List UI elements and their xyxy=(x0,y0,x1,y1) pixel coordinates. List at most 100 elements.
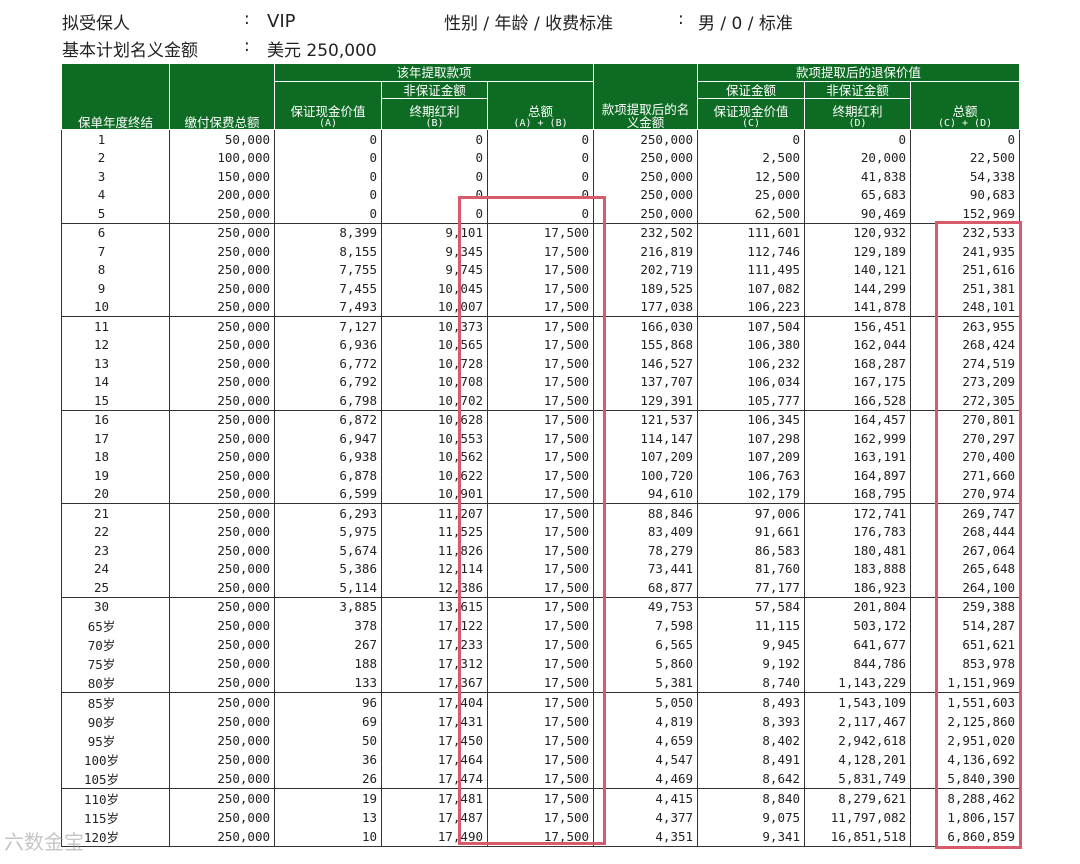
table-cell: 9,075 xyxy=(697,808,806,827)
table-cell: 15 xyxy=(61,391,170,410)
table-cell: 0 xyxy=(486,167,595,186)
table-cell: 12,114 xyxy=(381,559,488,578)
table-cell: 250,000 xyxy=(593,148,699,167)
table-cell: 107,504 xyxy=(697,316,806,336)
table-cell: 270,297 xyxy=(910,429,1021,448)
table-cell: 7 xyxy=(61,242,170,261)
table-cell: 17,500 xyxy=(486,578,595,597)
table-row: 24 250,000 5,386 12,114 17,500 73,441 81,760 18… xyxy=(61,559,1021,578)
table-cell: 11,115 xyxy=(697,616,806,635)
table-cell: 17 xyxy=(61,429,170,448)
header-terminal-bonus-2-sub: (D) xyxy=(848,118,867,129)
header-blank-2 xyxy=(486,81,595,99)
table-cell: 155,868 xyxy=(593,335,699,354)
illustration-table-wrapper: 保单年度终结 缴付保费总额 该年提取款项 款项提取后的名义金额 款项提取后的退保… xyxy=(61,63,1021,847)
table-cell: 1,806,157 xyxy=(910,808,1021,827)
table-cell: 2 xyxy=(61,148,170,167)
table-cell: 250,000 xyxy=(169,372,275,391)
table-cell: 3,885 xyxy=(274,596,382,616)
table-cell: 88,846 xyxy=(593,503,699,523)
table-cell: 189,525 xyxy=(593,279,699,298)
table-cell: 6,947 xyxy=(274,429,382,448)
table-cell: 8,740 xyxy=(697,673,806,693)
table-cell: 6,293 xyxy=(274,503,382,523)
table-cell: 250,000 xyxy=(169,692,275,712)
table-cell: 200,000 xyxy=(169,185,275,204)
table-row: 3 150,000 0 0 0 250,000 12,500 41,838 54,338 xyxy=(61,167,1021,186)
table-row: 21 250,000 6,293 11,207 17,500 88,846 97,006 17… xyxy=(61,503,1021,523)
table-cell: 17,500 xyxy=(486,559,595,578)
table-cell: 0 xyxy=(486,204,595,223)
table-cell: 112,746 xyxy=(697,242,806,261)
table-header: 保单年度终结 缴付保费总额 该年提取款项 款项提取后的名义金额 款项提取后的退保… xyxy=(61,63,1021,130)
table-cell: 17,500 xyxy=(486,279,595,298)
table-cell: 17,500 xyxy=(486,409,595,429)
table-cell: 129,391 xyxy=(593,391,699,410)
table-cell: 8,279,621 xyxy=(804,788,912,808)
table-cell: 273,209 xyxy=(910,372,1021,391)
table-cell: 168,287 xyxy=(804,354,912,373)
table-row: 9 250,000 7,455 10,045 17,500 189,525 107,082 1… xyxy=(61,279,1021,298)
table-cell: 105岁 xyxy=(61,769,170,789)
table-row: 16 250,000 6,872 10,628 17,500 121,537 106,345… xyxy=(61,409,1021,429)
header-guaranteed-cash-1-text: 保证现金价值 xyxy=(290,104,366,119)
table-cell: 250,000 xyxy=(169,335,275,354)
table-cell: 10 xyxy=(61,297,170,317)
header-non-guaranteed-2: 非保证金额 xyxy=(804,81,912,99)
table-cell: 188 xyxy=(274,654,382,673)
table-cell: 8,840 xyxy=(697,788,806,808)
table-row: 11 250,000 7,127 10,373 17,500 166,030 107,504… xyxy=(61,316,1021,336)
table-cell: 164,897 xyxy=(804,466,912,485)
table-cell: 10,728 xyxy=(381,354,488,373)
table-cell: 232,502 xyxy=(593,222,699,242)
table-cell: 651,621 xyxy=(910,635,1021,654)
table-cell: 90,683 xyxy=(910,185,1021,204)
table-cell: 17,500 xyxy=(486,503,595,523)
table-cell: 9,345 xyxy=(381,242,488,261)
table-cell: 250,000 xyxy=(169,788,275,808)
insured-colon: : xyxy=(244,9,250,29)
table-cell: 2,117,467 xyxy=(804,712,912,731)
table-row: 100岁 250,000 36 17,464 17,500 4,547 8,491 4,128… xyxy=(61,750,1021,769)
table-cell: 2,951,020 xyxy=(910,731,1021,750)
table-cell: 6,860,859 xyxy=(910,827,1021,847)
header-notional-after: 款项提取后的名义金额 xyxy=(593,63,699,130)
table-cell: 9 xyxy=(61,279,170,298)
table-cell: 274,519 xyxy=(910,354,1021,373)
table-row: 1 50,000 0 0 0 250,000 0 0 0 xyxy=(61,129,1021,149)
table-cell: 8,393 xyxy=(697,712,806,731)
table-cell: 503,172 xyxy=(804,616,912,635)
table-cell: 13 xyxy=(274,808,382,827)
table-cell: 6,872 xyxy=(274,409,382,429)
table-cell: 17,500 xyxy=(486,616,595,635)
table-cell: 250,000 xyxy=(169,391,275,410)
table-cell: 4,659 xyxy=(593,731,699,750)
table-cell: 9,341 xyxy=(697,827,806,847)
table-cell: 68,877 xyxy=(593,578,699,597)
table-cell: 8,642 xyxy=(697,769,806,789)
table-cell: 137,707 xyxy=(593,372,699,391)
table-cell: 97,006 xyxy=(697,503,806,523)
table-cell: 6,936 xyxy=(274,335,382,354)
table-cell: 100,000 xyxy=(169,148,275,167)
table-cell: 96 xyxy=(274,692,382,712)
table-cell: 9,101 xyxy=(381,222,488,242)
table-cell: 17,450 xyxy=(381,731,488,750)
table-cell: 268,444 xyxy=(910,522,1021,541)
table-row: 17 250,000 6,947 10,553 17,500 114,147 107,298… xyxy=(61,429,1021,448)
header-notional-after-text: 款项提取后的名义金额 xyxy=(601,102,690,130)
table-cell: 17,500 xyxy=(486,354,595,373)
table-cell: 4,136,692 xyxy=(910,750,1021,769)
table-cell: 11,525 xyxy=(381,522,488,541)
table-cell: 17,500 xyxy=(486,541,595,560)
table-row: 13 250,000 6,772 10,728 17,500 146,527 106,232… xyxy=(61,354,1021,373)
table-cell: 1,543,109 xyxy=(804,692,912,712)
table-cell: 41,838 xyxy=(804,167,912,186)
table-cell: 264,100 xyxy=(910,578,1021,597)
table-cell: 107,298 xyxy=(697,429,806,448)
table-cell: 156,451 xyxy=(804,316,912,336)
table-cell: 259,388 xyxy=(910,596,1021,616)
table-cell: 10,702 xyxy=(381,391,488,410)
table-cell: 70岁 xyxy=(61,635,170,654)
header-total-1-sub: (A) + (B) xyxy=(513,118,568,129)
